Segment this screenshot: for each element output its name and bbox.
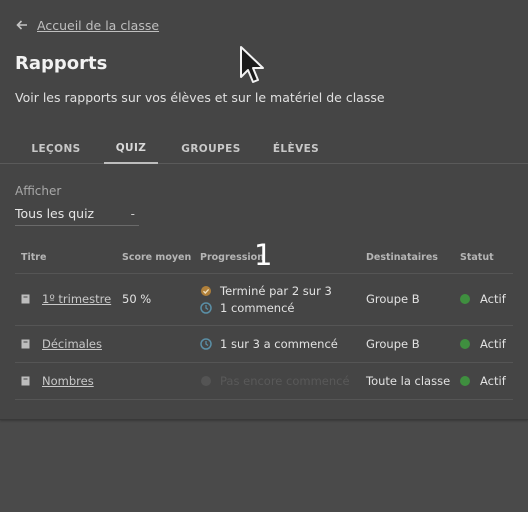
in-progress-icon	[200, 301, 212, 314]
progress-started: 1 sur 3 a commencé	[220, 336, 338, 351]
quiz-title-link[interactable]: Décimales	[42, 337, 102, 351]
filter-value: Tous les quiz	[15, 206, 95, 221]
progress-not-started: Pas encore commencé	[220, 373, 350, 388]
not-started-icon	[201, 375, 211, 386]
arrow-left-icon	[16, 20, 27, 30]
header-title[interactable]: Titre	[15, 242, 116, 274]
recipients: Groupe B	[360, 325, 454, 363]
quiz-icon	[21, 376, 30, 385]
table-row[interactable]: 1º trimestre 50 % Terminé par 2 sur 3 1 …	[15, 273, 513, 326]
header-progress[interactable]: Progression	[194, 242, 360, 274]
average-score	[116, 362, 194, 400]
quiz-icon	[21, 339, 30, 348]
tab-groups[interactable]: GROUPES	[172, 134, 250, 164]
completed-icon	[201, 285, 211, 296]
status-label: Actif	[480, 292, 506, 306]
dropdown-caret-icon: -	[130, 206, 135, 221]
status-label: Actif	[480, 336, 506, 351]
status-active-dot-icon	[460, 338, 470, 349]
average-score: 50 %	[116, 273, 194, 326]
recipients: Groupe B	[360, 273, 454, 326]
header-recipients[interactable]: Destinataires	[360, 242, 454, 274]
quiz-icon	[21, 294, 30, 304]
status-active-dot-icon	[460, 375, 470, 386]
filter-label: Afficher	[15, 184, 62, 198]
page-title: Rapports	[15, 53, 108, 74]
table-row[interactable]: Décimales 1 sur 3 a commencé Groupe B Ac…	[15, 325, 513, 363]
status-active-dot-icon	[460, 294, 470, 304]
tab-quiz[interactable]: QUIZ	[104, 134, 158, 164]
tab-learners[interactable]: ÉLÈVES	[264, 134, 328, 164]
quiz-title-link[interactable]: 1º trimestre	[42, 292, 111, 306]
quiz-filter-select[interactable]: Tous les quiz -	[15, 202, 139, 226]
quiz-title-link[interactable]: Nombres	[42, 374, 94, 388]
recipients: Toute la classe	[360, 362, 454, 400]
back-link-label[interactable]: Accueil de la classe	[37, 18, 159, 33]
status-label: Actif	[480, 373, 506, 388]
header-status[interactable]: Statut	[454, 242, 513, 274]
header-score[interactable]: Score moyen	[116, 242, 194, 274]
progress-completed: Terminé par 2 sur 3	[220, 283, 332, 298]
mouse-pointer-icon	[240, 46, 264, 83]
report-tabs: LEÇONS QUIZ GROUPES ÉLÈVES	[0, 134, 528, 164]
back-to-class-link[interactable]: Accueil de la classe	[15, 16, 159, 34]
progress-started: 1 commencé	[220, 300, 295, 315]
in-progress-icon	[200, 337, 212, 350]
average-score	[116, 325, 194, 363]
table-row[interactable]: Nombres Pas encore commencé Toute la cla…	[15, 362, 513, 400]
tab-lessons[interactable]: LEÇONS	[20, 134, 92, 164]
page-subtitle: Voir les rapports sur vos élèves et sur …	[15, 90, 385, 105]
step-number-overlay: 1	[254, 238, 273, 272]
